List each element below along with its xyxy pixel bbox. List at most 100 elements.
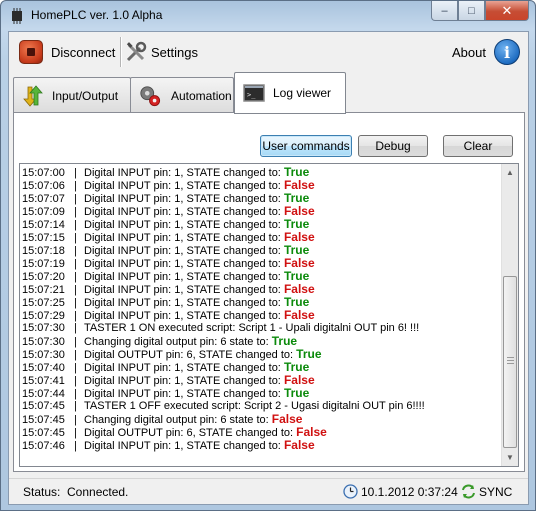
log-timestamp: 15:07:46 [22, 440, 65, 452]
log-entry[interactable]: 15:07:00 | Digital INPUT pin: 1, STATE cha… [22, 165, 500, 180]
log-entry[interactable]: 15:07:07 | Digital INPUT pin: 1, STATE cha… [22, 192, 500, 206]
log-message: Digital INPUT pin: 1, STATE changed to: [84, 310, 284, 322]
scroll-down-icon[interactable]: ▼ [502, 449, 518, 466]
scroll-up-icon[interactable]: ▲ [502, 164, 518, 181]
tab-log-viewer-label: Log viewer [273, 86, 332, 100]
close-button[interactable]: ✕ [485, 1, 529, 21]
status-value: Connected. [67, 485, 129, 499]
log-state: True [271, 334, 298, 348]
log-message: Digital INPUT pin: 1, STATE changed to: [84, 271, 284, 283]
log-entry[interactable]: 15:07:44 | Digital INPUT pin: 1, STATE cha… [22, 386, 500, 401]
log-state: True [283, 360, 310, 374]
status-datetime: 10.1.2012 0:37:24 [361, 485, 458, 499]
app-chip-icon [12, 8, 22, 24]
toolbar: Disconnect Settings About i [9, 32, 528, 72]
log-message: Digital INPUT pin: 1, STATE changed to: [84, 440, 284, 452]
about-button[interactable]: About i [452, 36, 520, 68]
debug-button[interactable]: Debug [358, 135, 428, 157]
log-message: Digital INPUT pin: 1, STATE changed to: [84, 284, 284, 296]
log-state: False [283, 282, 315, 296]
stop-icon [19, 40, 43, 64]
log-lines: 15:07:00 | Digital INPUT pin: 1, STATE cha… [22, 165, 500, 453]
log-entry[interactable]: 15:07:25 | Digital INPUT pin: 1, STATE cha… [22, 295, 500, 310]
log-entry[interactable]: 15:07:30 | Changing digital output pin: 6 … [22, 334, 500, 349]
log-entry[interactable]: 15:07:29 | Digital INPUT pin: 1, STATE cha… [22, 308, 500, 323]
clear-button[interactable]: Clear [443, 135, 513, 157]
log-entry[interactable]: 15:07:30 | Digital OUTPUT pin: 6, STATE ch… [22, 347, 500, 362]
tab-automation-label: Automation [171, 88, 232, 103]
scroll-thumb[interactable] [503, 276, 517, 448]
log-message: TASTER 1 OFF executed script: Script 2 -… [84, 400, 425, 412]
log-state: True [283, 217, 310, 231]
log-state: False [296, 425, 327, 439]
log-timestamp: 15:07:45 [22, 400, 65, 412]
log-entry[interactable]: 15:07:09 | Digital INPUT pin: 1, STATE cha… [22, 204, 500, 219]
log-message: Digital INPUT pin: 1, STATE changed to: [84, 388, 284, 400]
toolbar-separator [120, 37, 122, 67]
log-entry[interactable]: 15:07:15 | Digital INPUT pin: 1, STATE cha… [22, 230, 500, 245]
log-message: Digital INPUT pin: 1, STATE changed to: [84, 297, 284, 309]
log-message: Changing digital output pin: 6 state to: [84, 336, 272, 348]
tab-log-viewer[interactable]: >_ Log viewer [234, 72, 346, 114]
status-label: Status: [23, 485, 61, 499]
log-list[interactable]: 15:07:00 | Digital INPUT pin: 1, STATE cha… [19, 163, 519, 467]
log-message: Digital INPUT pin: 1, STATE changed to: [84, 180, 284, 192]
minimize-button[interactable]: – [431, 1, 458, 21]
log-entry[interactable]: 15:07:45 | Changing digital output pin: 6 … [22, 412, 500, 427]
log-separator: | [74, 322, 77, 334]
title-bar[interactable]: HomePLC ver. 1.0 Alpha – □ ✕ [1, 1, 535, 31]
tab-input-output-label: Input/Output [52, 88, 119, 103]
vertical-scrollbar[interactable]: ▲ ▼ [501, 164, 518, 466]
log-entry[interactable]: 15:07:20 | Digital INPUT pin: 1, STATE cha… [22, 269, 500, 284]
main-window: HomePLC ver. 1.0 Alpha – □ ✕ Disconnect … [0, 0, 536, 511]
io-arrows-icon [23, 84, 43, 107]
log-entry[interactable]: 15:07:46 | Digital INPUT pin: 1, STATE cha… [22, 438, 500, 453]
log-entry[interactable]: 15:07:40 | Digital INPUT pin: 1, STATE cha… [22, 360, 500, 375]
disconnect-button[interactable]: Disconnect [19, 36, 115, 68]
status-sync: SYNC [479, 485, 513, 499]
log-entry[interactable]: 15:07:45 | Digital OUTPUT pin: 6, STATE ch… [22, 425, 500, 440]
log-viewer-panel: User commands Debug Clear 15:07:00 | Digit… [13, 112, 525, 472]
about-label: About [452, 44, 486, 60]
log-separator: | [74, 400, 77, 412]
maximize-button[interactable]: □ [458, 1, 485, 21]
settings-label: Settings [151, 44, 198, 60]
status-bar: Status: Connected. 10.1.2012 0:37:24 SYN… [9, 478, 528, 504]
log-entry[interactable]: 15:07:41 | Digital INPUT pin: 1, STATE cha… [22, 373, 500, 388]
log-message: TASTER 1 ON executed script: Script 1 - … [84, 322, 420, 334]
log-entry[interactable]: 15:07:45 | TASTER 1 OFF executed script: S… [22, 400, 500, 413]
disconnect-label: Disconnect [51, 44, 116, 60]
log-state: True [283, 295, 310, 309]
tools-icon [126, 41, 147, 62]
info-icon: i [494, 39, 520, 65]
log-state: False [283, 204, 315, 218]
clock-icon [343, 484, 358, 499]
log-state: True [283, 243, 310, 257]
log-message: Digital INPUT pin: 1, STATE changed to: [84, 206, 284, 218]
log-entry[interactable]: 15:07:18 | Digital INPUT pin: 1, STATE cha… [22, 243, 500, 258]
log-entry[interactable]: 15:07:19 | Digital INPUT pin: 1, STATE cha… [22, 257, 500, 271]
tab-strip: Input/Output Automation >_ Log viewer [13, 72, 525, 114]
gears-icon [140, 85, 161, 106]
user-commands-button[interactable]: User commands [260, 135, 352, 157]
log-state: True [283, 386, 310, 400]
log-message: Digital OUTPUT pin: 6, STATE changed to: [84, 427, 297, 439]
tab-automation[interactable]: Automation [130, 77, 234, 113]
log-state: True [296, 347, 322, 361]
log-state: False [283, 373, 315, 387]
log-state: False [283, 230, 315, 244]
log-state: False [283, 438, 315, 452]
settings-button[interactable]: Settings [125, 36, 198, 68]
log-entry[interactable]: 15:07:06 | Digital INPUT pin: 1, STATE cha… [22, 179, 500, 193]
log-state: True [283, 165, 310, 179]
log-state: False [271, 412, 303, 426]
tab-input-output[interactable]: Input/Output [13, 77, 131, 113]
log-message: Digital INPUT pin: 1, STATE changed to: [84, 232, 284, 244]
log-entry[interactable]: 15:07:30 | TASTER 1 ON executed script: Sc… [22, 322, 500, 335]
log-message: Changing digital output pin: 6 state to: [84, 414, 272, 426]
log-entry[interactable]: 15:07:14 | Digital INPUT pin: 1, STATE cha… [22, 217, 500, 232]
log-state: False [283, 308, 315, 322]
log-message: Digital INPUT pin: 1, STATE changed to: [84, 193, 284, 205]
log-state: True [283, 269, 310, 283]
log-entry[interactable]: 15:07:21 | Digital INPUT pin: 1, STATE cha… [22, 282, 500, 297]
